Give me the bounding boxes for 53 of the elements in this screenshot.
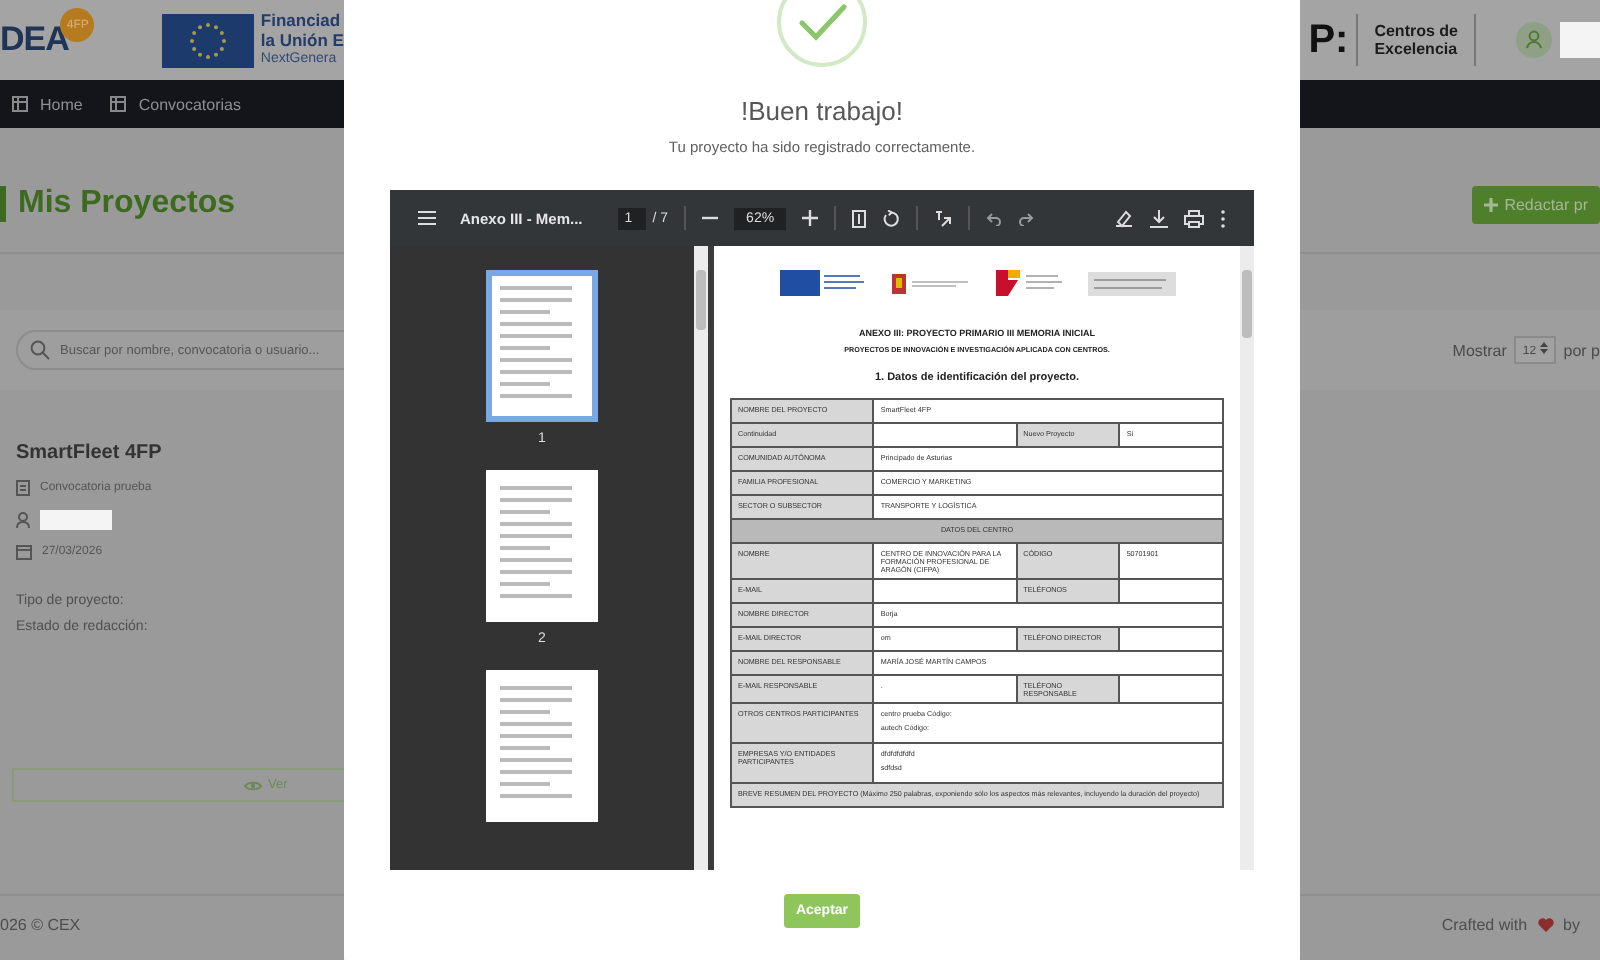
scrollbar[interactable] [1240,246,1254,870]
heart-icon [1537,917,1554,931]
print-icon[interactable] [1184,209,1204,227]
annotate-icon[interactable] [934,209,953,227]
download-icon[interactable] [1150,209,1168,227]
eu-funding-logo [779,270,867,296]
scrollbar[interactable] [694,246,708,870]
search-icon [30,340,50,360]
eu-flag-icon [162,13,255,67]
table-cell [873,423,1017,447]
credit-text: Crafted with [1441,915,1528,933]
crest-logo-icon [891,271,971,295]
fit-page-icon[interactable] [852,209,867,227]
zoom-in-icon[interactable] [802,210,819,226]
page-thumbnail[interactable] [486,470,598,622]
page-thumbnail[interactable] [486,270,598,422]
secretariat-logo [1087,271,1175,295]
redo-icon[interactable] [1018,211,1035,225]
funding-text: Financiad [260,10,343,30]
undo-icon[interactable] [986,211,1003,225]
partner-logo-text: P: [1308,17,1349,63]
nav-link[interactable]: Home [12,95,83,113]
user-name-placeholder [40,510,112,530]
dialog-title: !Buen trabajo! [741,96,903,126]
draw-icon[interactable] [1114,209,1134,227]
recovery-plan-logo [995,270,1063,296]
eye-icon [244,779,262,791]
table-cell [1119,675,1223,703]
stepper-arrows-icon [1539,342,1548,354]
funding-text: la Unión E [260,30,344,50]
user-icon [16,512,30,528]
rotate-icon[interactable] [882,209,901,227]
checkmark-icon [776,0,868,68]
more-icon[interactable] [1220,209,1226,227]
credit-text: by [1563,915,1580,933]
nav-link[interactable]: Convocatorias [110,95,241,113]
grid-icon [12,96,28,112]
centros-logo: Centros de Excelencia [1356,14,1476,66]
table-cell [1119,627,1223,651]
document-icon [16,480,30,496]
plus-icon [1484,197,1499,211]
project-title: SmartFleet 4FP [16,442,162,464]
page-title: Mis Proyectos [0,186,235,222]
table-cell [1119,579,1223,603]
menu-icon[interactable] [418,210,436,226]
page-thumbnail[interactable] [486,670,598,822]
grid-icon [110,96,127,112]
user-name-placeholder [1560,22,1600,58]
per-page-label: por p [1563,341,1600,359]
copyright-text: 026 © CEX [0,915,81,933]
show-label: Mostrar [1452,341,1507,359]
table-cell [873,579,1017,603]
calendar-icon [16,544,32,560]
